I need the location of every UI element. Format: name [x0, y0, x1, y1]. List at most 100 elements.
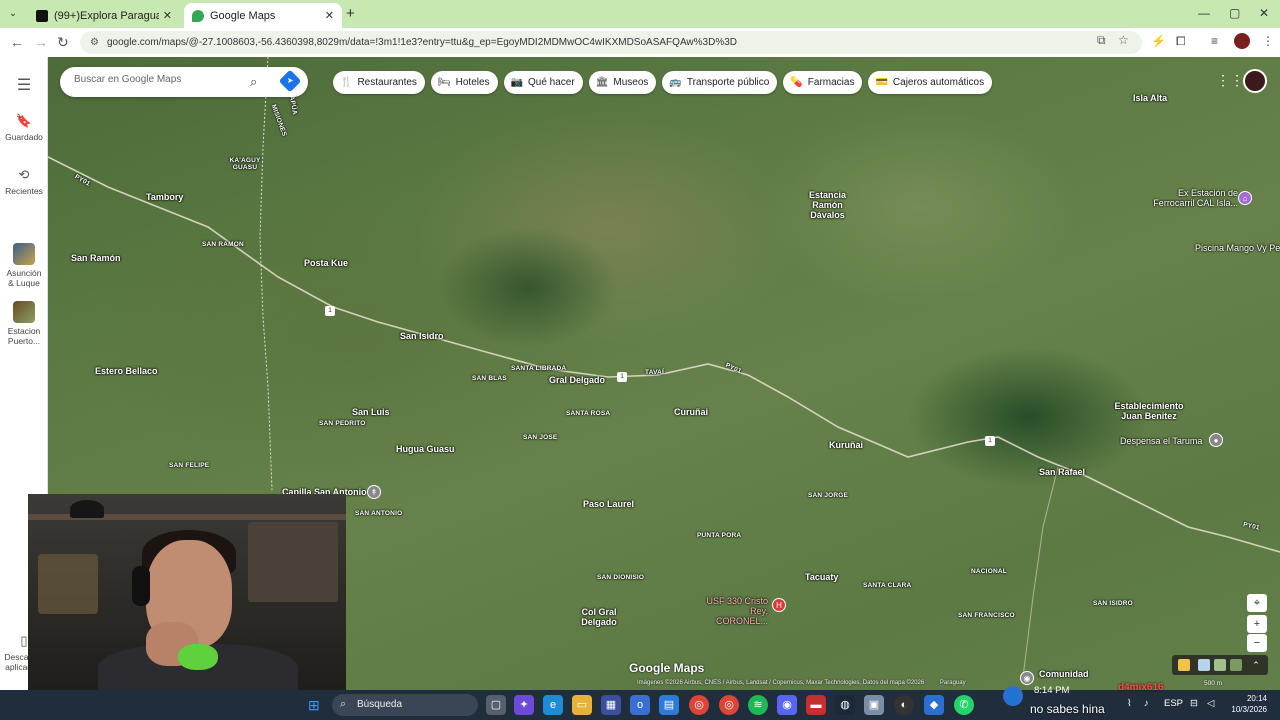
minimize-button[interactable]: — — [1198, 6, 1210, 20]
poi-label[interactable]: Ex Estación de Ferrocarril CAL Isla... — [1148, 188, 1238, 208]
back-icon[interactable]: ← — [10, 34, 24, 50]
place-label[interactable]: SAN JOSE — [523, 434, 557, 441]
close-window-button[interactable]: ✕ — [1259, 6, 1269, 20]
map-layer-icon[interactable] — [1198, 659, 1210, 671]
place-label[interactable]: San Luis — [352, 407, 390, 417]
maximize-button[interactable]: ▢ — [1229, 6, 1240, 20]
place-label[interactable]: Tambory — [146, 192, 183, 202]
volume-icon[interactable]: ◁ — [1207, 698, 1214, 709]
address-bar[interactable]: ⚙ google.com/maps/@-27.1008603,-56.43603… — [80, 31, 1142, 54]
place-label[interactable]: SAN BLAS — [472, 375, 507, 382]
place-label[interactable]: PUNTA PORA — [697, 532, 741, 539]
chip-pharmacies[interactable]: 💊 Farmacias — [783, 71, 863, 94]
reload-icon[interactable]: ↻ — [57, 34, 69, 51]
chrome-profile-icon[interactable]: ◎ — [719, 695, 739, 715]
satellite-layer-icon[interactable] — [1230, 659, 1242, 671]
my-location-icon[interactable]: ⌖ — [1247, 594, 1267, 612]
place-label[interactable]: Posta Kue — [304, 258, 348, 268]
poi-label[interactable]: Piscina Mango Vy Pe — [1195, 243, 1280, 253]
place-label[interactable]: Curuñai — [674, 407, 708, 417]
profile-avatar[interactable] — [1234, 33, 1250, 49]
poi-label[interactable]: Despensa el Taruma — [1120, 436, 1202, 446]
place-label[interactable]: SAN DIONISIO — [597, 574, 644, 581]
bookmark-star-icon[interactable]: ☆ — [1118, 33, 1129, 47]
obs-icon[interactable]: ◐ — [894, 695, 914, 715]
place-label[interactable]: San Ramón — [71, 253, 121, 263]
hospital-icon[interactable]: H — [772, 598, 786, 612]
language-indicator[interactable]: ESP — [1164, 698, 1183, 709]
tab-search-icon[interactable]: ⌄ — [5, 6, 21, 22]
place-label[interactable]: SAN ISIDRO — [1093, 600, 1133, 607]
zoom-in-button[interactable]: + — [1247, 615, 1267, 633]
network-icon[interactable]: ⊟ — [1190, 698, 1198, 709]
place-label[interactable]: SAN RAMON — [202, 241, 244, 248]
task-view-icon[interactable]: ▢ — [486, 695, 506, 715]
place-pin-icon[interactable]: ↟ — [367, 485, 381, 499]
rail-saved[interactable]: 🔖 Guardado — [0, 113, 48, 142]
place-label[interactable]: SANTA LIBRADA — [511, 365, 566, 372]
new-tab-button[interactable]: + — [346, 5, 355, 22]
search-icon[interactable]: ⌕ — [250, 74, 257, 90]
tab-google-maps[interactable]: Google Maps ✕ — [184, 3, 342, 28]
place-label[interactable]: Estero Bellaco — [95, 366, 158, 376]
media-icon[interactable]: ≡ — [1211, 34, 1218, 48]
search-input[interactable] — [74, 74, 244, 85]
system-clock[interactable]: 20:14 10/3/2026 — [1227, 693, 1267, 715]
place-label[interactable]: SAN FELIPE — [169, 462, 209, 469]
place-label[interactable]: Tacuaty — [805, 572, 838, 582]
taskbar-search[interactable]: ⌕ Búsqueda — [332, 694, 478, 716]
app-icon[interactable]: ▣ — [864, 695, 884, 715]
place-label[interactable]: SAN ANTONIO — [355, 510, 402, 517]
chip-things-to-do[interactable]: 📷 Qué hacer — [503, 71, 583, 94]
place-label[interactable]: Paso Laurel — [583, 499, 634, 509]
discord-icon[interactable]: ◉ — [777, 695, 797, 715]
directions-icon[interactable]: ➤ — [278, 69, 302, 93]
whatsapp-icon[interactable]: ✆ — [954, 695, 974, 715]
extensions-puzzle-icon[interactable]: ⧠ — [1176, 34, 1186, 49]
chip-hotels[interactable]: 🛏 Hoteles — [430, 71, 498, 94]
pegman-icon[interactable] — [1178, 659, 1190, 671]
tab-close-icon[interactable]: ✕ — [325, 9, 334, 22]
steam-icon[interactable]: ◍ — [835, 695, 855, 715]
menu-button[interactable]: ☰ — [0, 75, 48, 98]
place-label[interactable]: Kuruñai — [829, 440, 863, 450]
place-label[interactable]: San Rafael — [1039, 467, 1085, 477]
place-label[interactable]: San Isidro — [400, 331, 444, 341]
place-label[interactable]: Gral Delgado — [549, 375, 605, 385]
store-app-icon[interactable]: ▤ — [659, 695, 679, 715]
chip-museums[interactable]: 🏛 Museos — [588, 71, 657, 94]
calculator-icon[interactable]: ▦ — [601, 695, 621, 715]
spotify-icon[interactable]: ≋ — [748, 695, 768, 715]
mic-icon[interactable]: ♪ — [1144, 698, 1149, 709]
place-pin-icon[interactable]: ◉ — [1020, 671, 1034, 685]
google-apps-icon[interactable]: ⋮⋮ — [1216, 72, 1244, 89]
store-icon[interactable]: ● — [1209, 433, 1223, 447]
zoom-out-button[interactable]: − — [1247, 634, 1267, 652]
app-icon[interactable]: ◆ — [924, 695, 944, 715]
place-label[interactable]: Comunidad — [1039, 669, 1089, 679]
chip-transit[interactable]: 🚌 Transporte público — [662, 71, 778, 94]
account-avatar[interactable] — [1243, 69, 1267, 93]
windows-start-icon[interactable]: ⊞ — [308, 697, 320, 714]
tab-explora-paraguay[interactable]: (99+)Explora Paraguay: Ofertas ✕ — [28, 3, 180, 28]
app-icon[interactable]: ▬ — [806, 695, 826, 715]
chrome-icon[interactable]: ◎ — [689, 695, 709, 715]
place-label[interactable]: Establecimiento Juan Benitez — [1114, 401, 1184, 421]
poi-label[interactable]: USF 330 Cristo Rey, CORONEL... — [698, 596, 768, 626]
country-label[interactable]: Paraguay — [940, 680, 966, 686]
file-explorer-icon[interactable]: ▭ — [572, 695, 592, 715]
outlook-icon[interactable]: o — [630, 695, 650, 715]
place-label[interactable]: SAN FRANCISCO — [958, 612, 1015, 619]
install-app-icon[interactable]: ⧉ — [1097, 33, 1106, 48]
tab-close-icon[interactable]: ✕ — [163, 9, 172, 22]
more-menu-icon[interactable]: ⋮ — [1262, 34, 1274, 48]
extension-icon[interactable]: ⚡ — [1151, 34, 1166, 48]
edge-icon[interactable]: e — [543, 695, 563, 715]
place-label[interactable]: SAN JORGE — [808, 492, 848, 499]
chip-restaurants[interactable]: 🍴 Restaurantes — [333, 71, 425, 94]
rail-recent[interactable]: ⟲ Recientes — [0, 167, 48, 196]
copilot-icon[interactable]: ✦ — [514, 695, 534, 715]
place-label[interactable]: KA'AGUY GUASU — [228, 157, 262, 171]
site-info-icon[interactable]: ⚙ — [90, 37, 99, 48]
map-scale[interactable]: 500 m — [1204, 680, 1222, 687]
